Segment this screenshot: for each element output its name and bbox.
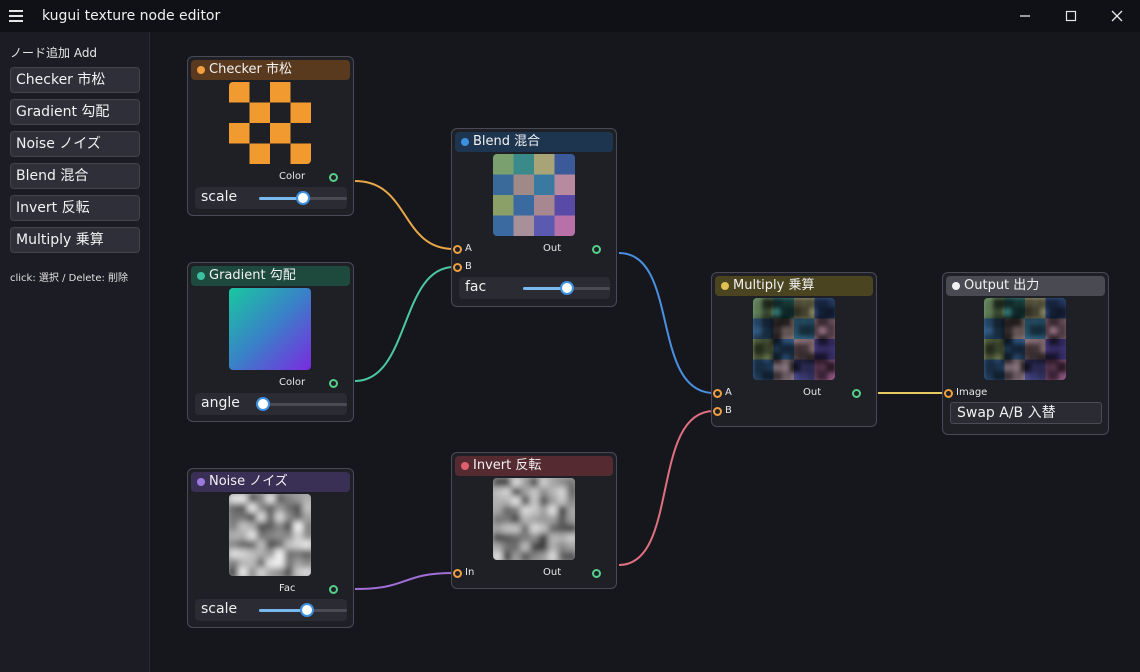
output-texture — [984, 298, 1066, 380]
blend-node-title: Blend 混合 — [473, 134, 541, 149]
blend-input-b-port[interactable] — [453, 263, 462, 272]
checker-node-title: Checker 市松 — [209, 62, 293, 77]
gradient-slider-label: angle — [201, 395, 240, 411]
invert-output-label: Out — [543, 567, 562, 578]
blend-input-b-label: B — [465, 261, 472, 272]
checker-node[interactable]: Checker 市松 Color scale — [187, 56, 354, 216]
invert-preview — [493, 478, 575, 560]
checker-scale-slider[interactable]: scale — [195, 187, 347, 209]
app-title: kugui texture node editor — [42, 8, 221, 24]
output-node[interactable]: Output 出力 Image Swap A/B 入替 — [942, 272, 1109, 435]
noise-output-port[interactable] — [329, 585, 338, 594]
node-dot-icon — [197, 66, 205, 74]
multiply-output-port[interactable] — [852, 389, 861, 398]
checker-slider-knob[interactable] — [296, 191, 310, 205]
add-noise-button[interactable]: Noise ノイズ — [10, 131, 140, 157]
multiply-input-a-label: A — [725, 387, 732, 398]
gradient-output-label: Color — [279, 377, 306, 388]
close-button[interactable] — [1094, 0, 1140, 32]
multiply-node-header[interactable]: Multiply 乗算 — [715, 276, 873, 296]
invert-output-port[interactable] — [592, 569, 601, 578]
invert-node-header[interactable]: Invert 反転 — [455, 456, 613, 476]
sidebar-heading: ノード追加 Add — [10, 46, 98, 60]
noise-node[interactable]: Noise ノイズ Fac scale — [187, 468, 354, 628]
minimize-button[interactable] — [1002, 0, 1048, 32]
add-gradient-button[interactable]: Gradient 勾配 — [10, 99, 140, 125]
blend-node-header[interactable]: Blend 混合 — [455, 132, 613, 152]
add-invert-button[interactable]: Invert 反転 — [10, 195, 140, 221]
add-blend-button[interactable]: Blend 混合 — [10, 163, 140, 189]
checker-slider-label: scale — [201, 189, 238, 205]
checker-node-header[interactable]: Checker 市松 — [191, 60, 350, 80]
node-dot-icon — [197, 478, 205, 486]
gradient-node-header[interactable]: Gradient 勾配 — [191, 266, 350, 286]
node-dot-icon — [952, 282, 960, 290]
blend-texture — [493, 154, 575, 236]
blend-input-a-port[interactable] — [453, 245, 462, 254]
add-checker-button[interactable]: Checker 市松 — [10, 67, 140, 93]
title-bar: kugui texture node editor — [0, 0, 1140, 32]
blend-output-label: Out — [543, 243, 562, 254]
minimize-icon — [1020, 15, 1030, 17]
blend-slider-knob[interactable] — [559, 281, 574, 295]
blend-slider-label: fac — [465, 279, 487, 295]
output-node-header[interactable]: Output 出力 — [946, 276, 1105, 296]
sidebar-hint: click: 選択 / Delete: 削除 — [10, 273, 129, 284]
add-multiply-button[interactable]: Multiply 乗算 — [10, 227, 140, 253]
invert-input-port[interactable] — [453, 569, 462, 578]
multiply-preview — [753, 298, 835, 380]
gradient-preview — [229, 288, 311, 370]
checker-output-label: Color — [279, 171, 306, 182]
noise-texture — [229, 494, 311, 576]
noise-node-header[interactable]: Noise ノイズ — [191, 472, 350, 492]
close-icon — [1111, 10, 1123, 22]
blend-node[interactable]: Blend 混合 A Out B fac — [451, 128, 617, 307]
output-input-label: Image — [956, 387, 988, 398]
sidebar: ノード追加 Add Checker 市松 Gradient 勾配 Noise ノ… — [0, 32, 150, 672]
multiply-node[interactable]: Multiply 乗算 A Out B — [711, 272, 877, 427]
gradient-node-title: Gradient 勾配 — [209, 268, 296, 283]
noise-preview — [229, 494, 311, 576]
blend-fac-slider[interactable]: fac — [459, 277, 610, 299]
output-preview — [984, 298, 1066, 380]
checker-texture — [229, 82, 311, 164]
noise-scale-slider[interactable]: scale — [195, 599, 347, 621]
noise-node-title: Noise ノイズ — [209, 474, 288, 489]
blend-input-a-label: A — [465, 243, 472, 254]
swap-ab-button[interactable]: Swap A/B 入替 — [950, 402, 1102, 424]
output-node-title: Output 出力 — [964, 278, 1040, 293]
multiply-input-b-label: B — [725, 405, 732, 416]
node-dot-icon — [461, 138, 469, 146]
node-dot-icon — [721, 282, 729, 290]
invert-input-label: In — [465, 567, 475, 578]
gradient-angle-slider[interactable]: angle — [195, 393, 347, 415]
noise-slider-knob[interactable] — [300, 603, 315, 617]
multiply-node-title: Multiply 乗算 — [733, 278, 815, 293]
multiply-texture — [753, 298, 835, 380]
blend-output-port[interactable] — [592, 245, 601, 254]
gradient-node[interactable]: Gradient 勾配 Color angle — [187, 262, 354, 422]
invert-node-title: Invert 反転 — [473, 458, 542, 473]
multiply-output-label: Out — [803, 387, 822, 398]
gradient-output-port[interactable] — [329, 379, 338, 388]
checker-preview — [229, 82, 311, 164]
multiply-input-b-port[interactable] — [713, 407, 722, 416]
noise-slider-label: scale — [201, 601, 238, 617]
node-dot-icon — [197, 272, 205, 280]
invert-texture — [493, 478, 575, 560]
noise-output-label: Fac — [279, 583, 296, 594]
node-dot-icon — [461, 462, 469, 470]
maximize-icon — [1065, 10, 1077, 22]
checker-output-port[interactable] — [329, 173, 338, 182]
blend-preview — [493, 154, 575, 236]
gradient-slider-knob[interactable] — [256, 397, 271, 411]
maximize-button[interactable] — [1048, 0, 1094, 32]
output-input-port[interactable] — [944, 389, 953, 398]
invert-node[interactable]: Invert 反転 In Out — [451, 452, 617, 589]
multiply-input-a-port[interactable] — [713, 389, 722, 398]
hamburger-icon[interactable] — [9, 10, 23, 22]
